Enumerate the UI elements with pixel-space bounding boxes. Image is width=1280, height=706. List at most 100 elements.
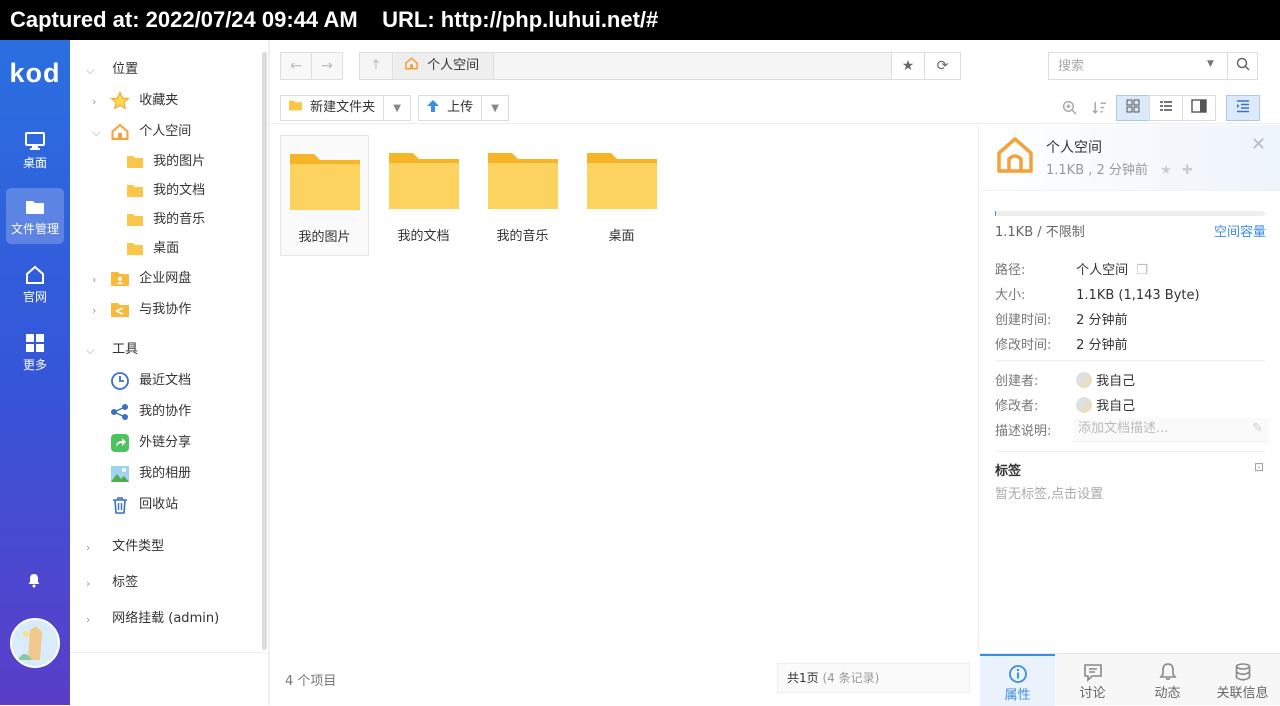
tab-activity[interactable]: 动态 — [1130, 654, 1205, 706]
tree-section-tools[interactable]: ⌵ 工具 — [86, 338, 138, 362]
home-icon — [111, 123, 129, 140]
tree-item-my-pictures[interactable]: 我的图片 — [126, 150, 205, 174]
tree-item-desktop[interactable]: 桌面 — [126, 237, 179, 261]
prop-modified: 修改时间: 2 分钟前 — [995, 334, 1128, 354]
star-icon: ★ — [901, 58, 915, 74]
tree-item-recent[interactable]: 最近文档 — [110, 369, 191, 393]
search-input[interactable] — [1049, 53, 1227, 79]
edit-icon[interactable]: ✎ — [1252, 418, 1263, 440]
copy-icon[interactable]: ❐ — [1136, 263, 1148, 278]
tree-label: 文件类型 — [112, 539, 165, 554]
chevron-down-icon: ⌵ — [86, 63, 95, 77]
tree-item-shared-with-me[interactable]: › 与我协作 — [92, 298, 191, 322]
search-icon — [1236, 57, 1250, 71]
pin-icon[interactable]: ✚ — [1182, 163, 1193, 178]
item-count: 4 个项目 — [285, 674, 337, 689]
rail-item-file-manager[interactable]: 文件管理 — [6, 188, 64, 244]
refresh-button[interactable]: ⟳ — [924, 52, 961, 80]
user-avatar[interactable] — [10, 618, 60, 668]
folder-tree: ⌵ 位置 › 收藏夹 ⌵ 个人空间 我的图片 我的文档 我的音乐 桌面 › 企业… — [70, 40, 270, 652]
upload-arrow-icon — [427, 100, 439, 112]
tree-section-file-types[interactable]: › 文件类型 — [86, 535, 164, 559]
detail-panel: 个人空间 1.1KB , 2 分钟前 ★ ✚ ✕ 1.1KB / 不限制 空间容… — [978, 125, 1280, 653]
chevron-right-icon: › — [86, 576, 91, 590]
tag-icon[interactable]: ⊡ — [1254, 460, 1264, 474]
tree-item-link-share[interactable]: 外链分享 — [110, 431, 191, 455]
prop-size: 大小: 1.1KB (1,143 Byte) — [995, 284, 1200, 304]
breadcrumb-personal-space[interactable]: 个人空间 — [394, 53, 495, 79]
tab-related-info[interactable]: 关联信息 — [1205, 654, 1280, 706]
star-icon[interactable]: ★ — [1160, 163, 1172, 178]
search-button[interactable] — [1227, 53, 1257, 79]
rail-item-more[interactable]: 更多 — [6, 324, 64, 380]
share-folder-icon — [111, 303, 130, 317]
tree-label: 桌面 — [153, 241, 180, 256]
tree-label: 回收站 — [139, 497, 179, 512]
bell-icon[interactable] — [26, 572, 42, 588]
tags-empty-hint[interactable]: 暂无标签,点击设置 — [995, 483, 1103, 502]
tree-label: 个人空间 — [139, 124, 192, 139]
file-name: 我的图片 — [298, 230, 351, 245]
prop-value: 我自己 — [1096, 399, 1136, 414]
tree-label: 我的图片 — [153, 154, 206, 169]
forward-button[interactable]: → — [311, 52, 343, 80]
team-folder-icon — [111, 272, 130, 286]
tab-label: 讨论 — [1079, 686, 1106, 701]
caret-down-icon[interactable]: ▼ — [482, 97, 508, 121]
rail-item-label: 桌面 — [22, 156, 47, 170]
file-item-desktop[interactable]: 桌面 — [577, 135, 666, 256]
tab-properties[interactable]: 属性 — [980, 654, 1055, 706]
quota-link[interactable]: 空间容量 — [1214, 221, 1266, 240]
tree-section-location[interactable]: ⌵ 位置 — [86, 58, 138, 82]
view-list-button[interactable] — [1149, 95, 1183, 121]
kod-logo[interactable]: kod — [0, 58, 70, 89]
toggle-detail-panel-button[interactable] — [1226, 95, 1260, 121]
upload-label: 上传 — [447, 100, 474, 115]
prop-key: 路径: — [995, 263, 1026, 278]
sort-icon[interactable] — [1092, 100, 1107, 115]
rail-item-website[interactable]: 官网 — [6, 256, 64, 312]
file-item-my-documents[interactable]: 我的文档 — [379, 135, 468, 256]
tree-item-recycle-bin[interactable]: 回收站 — [110, 493, 178, 517]
tree-item-personal-space[interactable]: ⌵ 个人空间 — [92, 120, 191, 144]
arrow-up-icon: ↑ — [370, 58, 382, 73]
tree-item-my-documents[interactable]: 我的文档 — [126, 179, 205, 203]
prop-path: 路径: 个人空间 ❐ — [995, 259, 1148, 279]
tree-scrollbar[interactable] — [262, 52, 267, 650]
file-item-my-pictures[interactable]: 我的图片 — [280, 135, 369, 256]
rail-item-desktop[interactable]: 桌面 — [6, 122, 64, 178]
divider — [995, 451, 1265, 452]
tree-item-my-music[interactable]: 我的音乐 — [126, 208, 205, 232]
tree-section-network-mounts[interactable]: › 网络挂载 (admin) — [86, 607, 219, 631]
tree-item-my-collab[interactable]: 我的协作 — [110, 400, 191, 424]
description-field[interactable]: 添加文档描述... ✎ — [1073, 418, 1269, 442]
file-item-my-music[interactable]: 我的音乐 — [478, 135, 567, 256]
tags-title: 标签 — [995, 464, 1022, 479]
new-folder-button[interactable]: 新建文件夹 ▼ — [280, 95, 412, 121]
tab-discussion[interactable]: 讨论 — [1055, 654, 1130, 706]
upload-button[interactable]: 上传 ▼ — [418, 95, 510, 121]
caret-down-icon[interactable]: ▼ — [384, 97, 410, 121]
caret-down-icon[interactable]: ▼ — [1207, 59, 1214, 69]
close-icon[interactable]: ✕ — [1251, 134, 1266, 155]
pagination[interactable]: 共1页 (4 条记录) — [777, 663, 970, 693]
back-button[interactable]: ← — [280, 52, 312, 80]
view-split-button[interactable] — [1182, 95, 1216, 121]
divider — [995, 360, 1265, 361]
tree-section-tags[interactable]: › 标签 — [86, 571, 138, 595]
tree-item-album[interactable]: 我的相册 — [110, 462, 191, 486]
favorite-button[interactable]: ★ — [891, 52, 925, 80]
tree-item-enterprise-disk[interactable]: › 企业网盘 — [92, 267, 191, 291]
folder-icon — [289, 154, 360, 210]
prop-value: 2 分钟前 — [1076, 338, 1128, 353]
address-bar[interactable]: ↑ 个人空间 — [359, 52, 961, 80]
detail-title: 个人空间 — [1046, 140, 1102, 156]
view-icon-grid-button[interactable] — [1116, 95, 1150, 121]
tree-item-favorites[interactable]: › 收藏夹 — [92, 89, 178, 113]
folder-icon — [586, 153, 657, 209]
record-count: (4 条记录) — [822, 671, 880, 685]
up-button[interactable]: ↑ — [360, 53, 393, 79]
zoom-icon[interactable] — [1062, 100, 1077, 115]
quota-text: 1.1KB / 不限制 — [995, 225, 1085, 240]
prop-key: 描述说明: — [995, 424, 1052, 439]
